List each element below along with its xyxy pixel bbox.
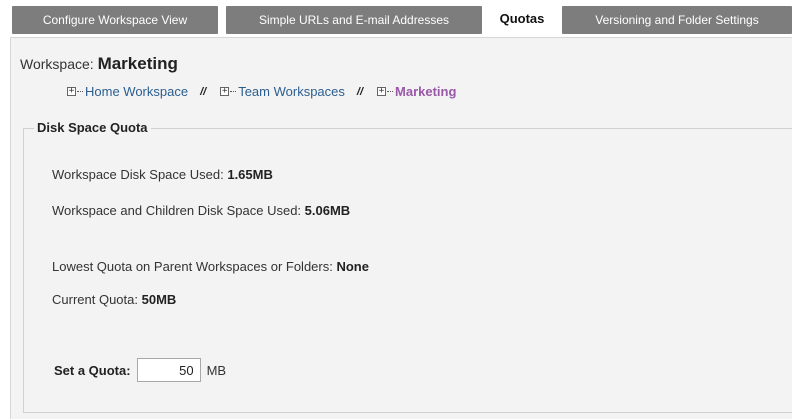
children-disk-used-value: 5.06MB (304, 203, 351, 218)
breadcrumb-current: Marketing (395, 84, 457, 99)
tab-configure-workspace-view[interactable]: Configure Workspace View (12, 6, 218, 34)
children-disk-used-row: Workspace and Children Disk Space Used: … (52, 203, 350, 218)
disk-used-value: 1.65MB (227, 167, 273, 182)
expand-icon[interactable]: + (220, 87, 230, 96)
breadcrumb-separator: // (356, 85, 364, 98)
tree-connector-icon (230, 91, 237, 92)
disk-used-label: Workspace Disk Space Used: (52, 167, 224, 182)
tree-connector-icon (77, 91, 83, 92)
tab-quotas[interactable]: Quotas (484, 2, 560, 37)
breadcrumb: + Home Workspace // + Team Workspaces //… (67, 84, 456, 99)
current-quota-value: 50MB (141, 292, 177, 307)
lowest-quota-label: Lowest Quota on Parent Workspaces or Fol… (52, 259, 333, 274)
tab-versioning-folder-settings[interactable]: Versioning and Folder Settings (562, 6, 792, 34)
set-quota-label: Set a Quota: (54, 362, 131, 378)
tree-connector-icon (387, 91, 394, 92)
tab-bar: Configure Workspace View Simple URLs and… (0, 0, 792, 37)
breadcrumb-team-workspaces[interactable]: + Team Workspaces (220, 84, 345, 99)
quota-unit: MB (206, 362, 227, 378)
breadcrumb-home-workspace[interactable]: + Home Workspace (67, 84, 188, 99)
lowest-quota-value: None (336, 259, 369, 274)
children-disk-used-label: Workspace and Children Disk Space Used: (52, 203, 302, 218)
expand-icon[interactable]: + (67, 87, 76, 96)
quotas-panel: Workspace: Marketing + Home Workspace //… (10, 37, 792, 419)
breadcrumb-separator: // (200, 85, 207, 98)
workspace-title: Workspace: Marketing (20, 54, 178, 74)
current-quota-row: Current Quota: 50MB (52, 292, 176, 307)
quota-input[interactable] (136, 358, 201, 382)
breadcrumb-link-team[interactable]: Team Workspaces (238, 84, 345, 99)
workspace-prefix: Workspace: (20, 56, 94, 72)
breadcrumb-link-home[interactable]: Home Workspace (85, 84, 188, 99)
lowest-quota-row: Lowest Quota on Parent Workspaces or Fol… (52, 259, 369, 274)
disk-space-quota-fieldset: Disk Space Quota Workspace Disk Space Us… (23, 120, 792, 413)
disk-used-row: Workspace Disk Space Used: 1.65MB (52, 167, 273, 182)
current-quota-label: Current Quota: (52, 292, 138, 307)
breadcrumb-marketing[interactable]: + Marketing (377, 84, 456, 99)
expand-icon[interactable]: + (377, 87, 387, 96)
workspace-name: Marketing (97, 54, 178, 73)
tab-simple-urls[interactable]: Simple URLs and E-mail Addresses (226, 6, 482, 34)
fieldset-legend: Disk Space Quota (34, 120, 151, 135)
set-quota-row: Set a Quota: MB (54, 358, 226, 382)
